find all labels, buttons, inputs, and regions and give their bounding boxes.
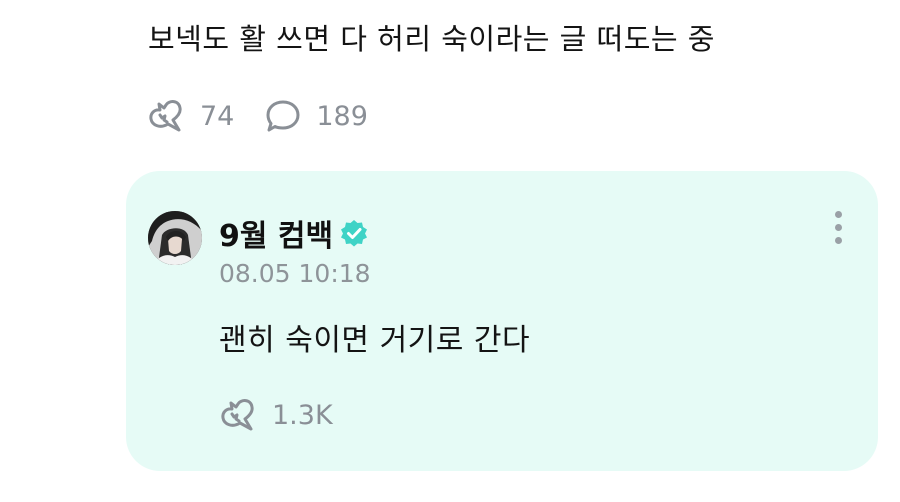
heart-sparkle-icon <box>221 399 254 431</box>
reply-actions: 1.3K <box>218 395 333 435</box>
timestamp: 08.05 10:18 <box>219 259 371 288</box>
reply-like-count: 1.3K <box>272 399 333 431</box>
heart-sparkle-icon <box>149 100 182 132</box>
reply-text: 괜히 숙이면 거기로 간다 <box>219 323 531 358</box>
more-vertical-icon <box>826 211 850 244</box>
verified-badge-icon <box>341 220 368 247</box>
comment-button[interactable]: 189 <box>264 98 368 134</box>
post-text: 보넥도 활 쓰면 다 허리 숙이라는 글 떠도는 중 <box>148 22 715 56</box>
avatar[interactable] <box>148 211 202 265</box>
comment-count: 189 <box>316 100 368 132</box>
reply-like-button[interactable]: 1.3K <box>218 397 333 433</box>
like-button[interactable]: 74 <box>146 98 234 134</box>
speech-bubble-icon <box>266 100 300 132</box>
post-actions: 74 189 <box>146 96 368 136</box>
author-row: 9월 컴백 <box>219 211 369 255</box>
more-options-button[interactable] <box>826 211 850 251</box>
author-name[interactable]: 9월 컴백 <box>219 211 333 255</box>
post: 보넥도 활 쓰면 다 허리 숙이라는 글 떠도는 중 74 189 9월 컴백 … <box>0 0 900 502</box>
reply-card: 9월 컴백 08.05 10:18 괜히 숙이면 거기로 간다 1.3K <box>126 171 878 471</box>
like-count: 74 <box>200 100 235 132</box>
